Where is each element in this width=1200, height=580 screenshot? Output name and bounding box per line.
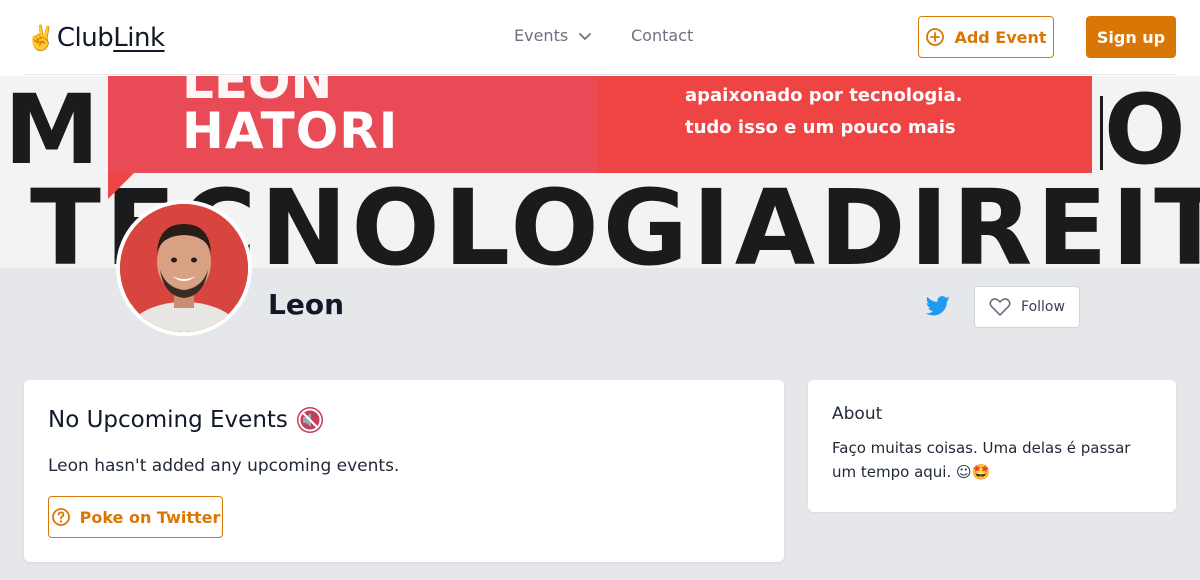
follow-button[interactable]: Follow <box>974 286 1080 328</box>
header-divider <box>24 74 1176 75</box>
person-portrait-icon <box>120 204 248 332</box>
muted-speaker-icon <box>296 407 323 433</box>
banner-tagline-1: apaixonado por tecnologia. <box>685 85 963 106</box>
banner-letter-right: O <box>1100 76 1186 186</box>
banner-red-tail <box>108 173 134 199</box>
poke-label: Poke on Twitter <box>79 507 221 527</box>
about-card: About Faço muitas coisas. Uma delas é pa… <box>808 380 1176 512</box>
banner-letter-left: M <box>4 76 100 186</box>
events-card-title: No Upcoming Events <box>48 406 324 434</box>
avatar <box>116 200 252 336</box>
avatar-photo <box>120 204 248 332</box>
follow-label: Follow <box>1021 299 1065 315</box>
chevron-down-icon <box>579 32 592 40</box>
banner-tagline-2: tudo isso e um pouco mais <box>685 117 956 138</box>
heart-icon <box>989 298 1011 316</box>
clublink-logo[interactable]: ✌️ Club Link <box>26 22 165 54</box>
about-card-title: About <box>832 404 883 424</box>
sign-up-button[interactable]: Sign up <box>1086 16 1176 58</box>
banner-last-name: HATORI <box>182 102 399 160</box>
banner-red-panel: LEON HATORI apaixonado por tecnologia. t… <box>108 76 1092 173</box>
add-event-button[interactable]: Add Event <box>918 16 1054 58</box>
victory-hand-icon: ✌️ <box>26 24 56 52</box>
profile-name: Leon <box>268 288 345 321</box>
twitter-icon[interactable] <box>926 296 950 316</box>
site-header: ✌️ Club Link Events Contact Add Event Si… <box>0 0 1200 76</box>
plus-circle-icon <box>926 28 945 46</box>
upcoming-events-card: No Upcoming Events Leon hasn't added any… <box>24 380 784 562</box>
nav-contact-link[interactable]: Contact <box>631 26 693 45</box>
question-circle-icon <box>51 508 70 526</box>
nav-events-label: Events <box>514 26 569 45</box>
nav-events-dropdown[interactable]: Events <box>514 26 592 45</box>
add-event-label: Add Event <box>954 27 1047 47</box>
events-title-text: No Upcoming Events <box>48 407 288 433</box>
about-card-text: Faço muitas coisas. Uma delas é passar u… <box>832 439 1131 481</box>
poke-on-twitter-button[interactable]: Poke on Twitter <box>48 496 223 538</box>
logo-text-link: Link <box>113 23 165 53</box>
events-card-text: Leon hasn't added any upcoming events. <box>48 456 400 476</box>
logo-text-club: Club <box>56 23 114 53</box>
